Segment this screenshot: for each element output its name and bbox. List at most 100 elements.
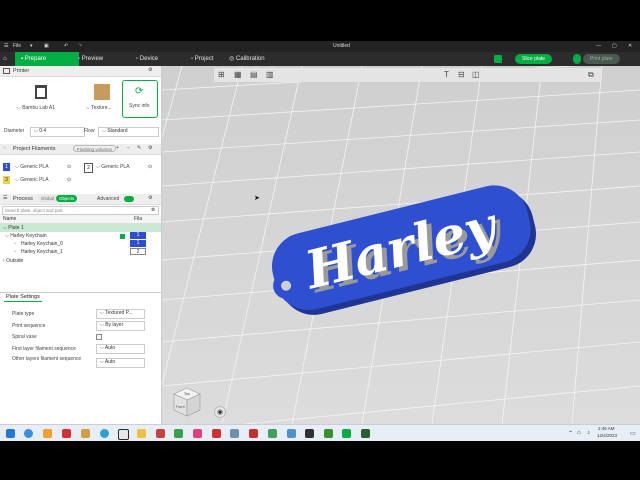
add-object-icon[interactable]: ⊞: [218, 70, 225, 79]
tray-chevron-icon[interactable]: ⌃: [568, 430, 573, 437]
plate-type-select[interactable]: ⌵ Textured P...: [96, 309, 145, 319]
tree-object-row[interactable]: ⌵ Harley Keychain 1: [0, 232, 161, 240]
slice-plate-button[interactable]: Slice plate: [515, 54, 553, 64]
file-menu[interactable]: File: [13, 43, 21, 49]
tab-project[interactable]: ▫ Project: [185, 52, 219, 66]
tab-prepare[interactable]: ▪ Prepare: [15, 52, 79, 66]
advanced-switch[interactable]: [124, 196, 134, 202]
tab-calibration[interactable]: ◎ Calibration: [223, 52, 271, 66]
measure-icon[interactable]: ◫: [472, 70, 480, 79]
gear-icon[interactable]: ⚙: [148, 67, 152, 73]
gear-icon[interactable]: ⚙: [148, 145, 152, 151]
network-icon[interactable]: ⌂: [577, 430, 581, 436]
volume-icon[interactable]: ♪: [587, 430, 590, 436]
filament-settings-icon[interactable]: ⊙: [148, 164, 152, 170]
object-fila-badge[interactable]: 1: [130, 232, 146, 239]
filament-settings-icon[interactable]: ⊙: [67, 164, 71, 170]
tree-outside-row[interactable]: › Outside: [0, 257, 161, 265]
app-icon[interactable]: [287, 429, 296, 438]
app-icon[interactable]: [212, 429, 221, 438]
filament-swatch[interactable]: 1: [3, 163, 10, 171]
tree-plate-row[interactable]: ⌵ Plate 1: [0, 224, 161, 232]
app-icon[interactable]: [324, 429, 333, 438]
filament-swatch[interactable]: 2: [84, 163, 93, 173]
tab-device[interactable]: ▫ Device: [130, 52, 164, 66]
flow-select[interactable]: ⌵ Standard: [98, 127, 159, 137]
notification-icon[interactable]: ▭: [630, 430, 636, 437]
grid-view-icon[interactable]: ▦: [234, 70, 242, 79]
filaments-section-header[interactable]: ◌ Project Filaments Flushing volumes + −…: [0, 144, 161, 155]
diameter-select[interactable]: ⌵ 0.4: [30, 127, 85, 137]
app-icon[interactable]: [249, 429, 258, 438]
search-input[interactable]: Search plate, object and part. ⊗: [2, 206, 159, 215]
filament-slot-1[interactable]: 1 ⌵ Generic PLA ⊙: [3, 163, 71, 172]
3d-viewport[interactable]: ⊞ ▦ ▤ ▥ T ⊟ ◫ ⧉ Harley Harley Top Front …: [162, 66, 640, 424]
text-tool-icon[interactable]: T: [444, 70, 449, 79]
app-icon[interactable]: [230, 429, 239, 438]
edit-icon[interactable]: ✎: [137, 145, 141, 151]
list-view-icon[interactable]: ▤: [250, 70, 258, 79]
maximize-icon[interactable]: ▢: [612, 43, 617, 49]
print-plate-button[interactable]: Print plate: [583, 54, 620, 64]
search-icon[interactable]: ⊗: [151, 207, 155, 213]
app-icon[interactable]: [62, 429, 71, 438]
filament-slot-2[interactable]: 2 ⌵ Generic PLA ⊙: [84, 163, 156, 173]
undo-icon[interactable]: ↶: [64, 43, 68, 49]
edge-icon[interactable]: [100, 429, 109, 438]
print-sequence-select[interactable]: ⌵ By layer: [96, 321, 145, 331]
clock-time[interactable]: 2:45 AM: [598, 426, 615, 431]
filament-slot-3[interactable]: 3 ⌵ Generic PLA ⊙: [3, 176, 71, 185]
app-icon[interactable]: [268, 429, 277, 438]
view-cube[interactable]: Top Front: [170, 384, 204, 418]
plate-type-selector[interactable]: ⌵ Texture...: [82, 79, 120, 119]
search-icon[interactable]: [24, 429, 33, 438]
remove-icon[interactable]: −: [127, 145, 130, 151]
global-toggle[interactable]: Global: [38, 195, 58, 202]
app-icon[interactable]: [118, 429, 129, 440]
app-icon[interactable]: [305, 429, 314, 438]
printer-selector[interactable]: ⌵ Bambu Lab A1: [3, 79, 81, 119]
gear-icon[interactable]: ⚙: [148, 195, 152, 201]
menu-icon[interactable]: ☰: [4, 43, 8, 49]
part-fila-badge[interactable]: 1: [130, 240, 146, 247]
camera-icon[interactable]: ◉: [214, 406, 226, 418]
printer-section-header[interactable]: Printer ⚙: [0, 66, 161, 77]
first-layer-select[interactable]: ⌵ Auto: [96, 344, 145, 354]
keychain-model[interactable]: Harley Harley: [254, 176, 554, 316]
app-icon[interactable]: [174, 429, 183, 438]
app-icon[interactable]: [193, 429, 202, 438]
objects-toggle[interactable]: Objects: [56, 195, 78, 202]
app-icon[interactable]: [156, 429, 165, 438]
sync-info-button[interactable]: ⟳ Sync info: [122, 80, 158, 118]
app-icon[interactable]: [137, 429, 146, 438]
other-layers-label: Other layers filament sequence: [12, 356, 82, 362]
slice-dropdown-button[interactable]: [573, 54, 581, 64]
add-icon[interactable]: +: [116, 145, 119, 151]
redo-icon[interactable]: ↷: [78, 43, 82, 49]
app-icon[interactable]: [361, 429, 370, 438]
part-fila-badge[interactable]: 2: [130, 248, 146, 255]
tree-part-row[interactable]: ▫ Harley Keychain_0 1: [0, 240, 161, 248]
close-icon[interactable]: ✕: [628, 43, 632, 49]
clock-date[interactable]: 12/4/2023: [597, 433, 617, 438]
minimize-icon[interactable]: —: [596, 43, 601, 49]
home-icon[interactable]: ⌂: [0, 52, 15, 66]
tree-part-row[interactable]: ▫ Harley Keychain_1 2: [0, 248, 161, 256]
layout-icon[interactable]: ▥: [266, 70, 274, 79]
chevron-down-icon[interactable]: ▾: [30, 43, 33, 49]
spiral-vase-checkbox[interactable]: [96, 334, 102, 340]
filament-settings-icon[interactable]: ⊙: [67, 177, 71, 183]
save-icon[interactable]: ▣: [44, 43, 49, 49]
other-layers-select[interactable]: ⌵ Auto: [96, 358, 145, 368]
ruler-icon[interactable]: ⊟: [458, 70, 465, 79]
plate-icon[interactable]: [494, 55, 502, 63]
explorer-icon[interactable]: [43, 429, 52, 438]
process-section-header[interactable]: ☰ Process Global Objects Advanced ⚙: [0, 194, 161, 205]
flushing-volumes-button[interactable]: Flushing volumes: [73, 145, 117, 152]
windows-start-icon[interactable]: [6, 429, 15, 438]
filament-swatch[interactable]: 3: [3, 176, 10, 184]
app-icon[interactable]: [81, 429, 90, 438]
tab-preview[interactable]: ▫ Preview: [72, 52, 109, 66]
assembly-icon[interactable]: ⧉: [588, 70, 594, 80]
bambu-studio-icon[interactable]: [342, 429, 351, 438]
